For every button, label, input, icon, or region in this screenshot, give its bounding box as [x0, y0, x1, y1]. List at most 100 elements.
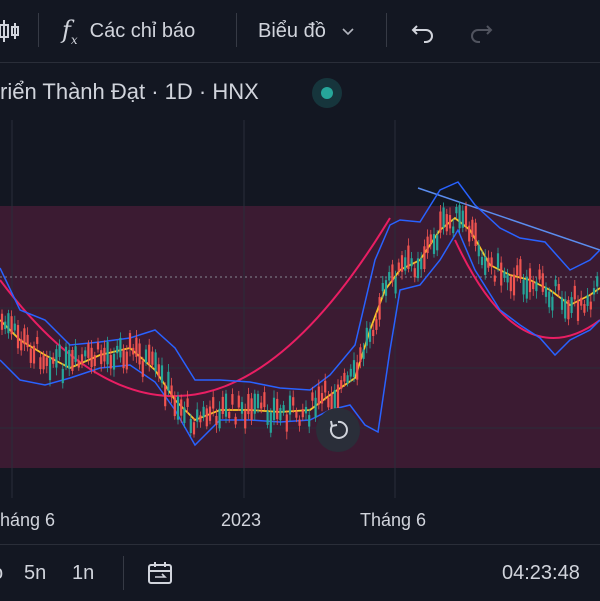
candle-body: [215, 415, 218, 425]
range-button-1n[interactable]: 1n: [72, 545, 94, 601]
candle-body: [42, 355, 45, 370]
function-icon: fx: [62, 15, 78, 47]
candle-body: [68, 349, 71, 369]
candle-body: [189, 418, 192, 434]
candle-body: [144, 349, 148, 363]
candle-body: [407, 245, 410, 270]
candle-body: [538, 269, 541, 280]
candle-body: [192, 422, 196, 435]
candle-body: [541, 273, 544, 292]
candle-body: [525, 276, 528, 299]
candle-body: [71, 350, 74, 371]
candle-body: [64, 346, 68, 368]
candle-body: [292, 397, 295, 406]
candle-body: [116, 345, 119, 354]
candle-body: [7, 313, 10, 334]
candle-body: [506, 274, 509, 283]
candle-body: [564, 299, 567, 319]
candle-body: [362, 349, 365, 359]
candle-body: [400, 255, 404, 272]
candle-body: [324, 380, 327, 393]
candle-body: [285, 414, 288, 432]
toolbar-divider: [236, 13, 237, 47]
candle-body: [272, 397, 276, 421]
candle-body: [397, 262, 400, 271]
candle-body: [477, 245, 480, 257]
reset-chart-button[interactable]: [316, 408, 360, 452]
candle-body: [394, 277, 397, 294]
candle-body: [464, 206, 468, 226]
candle-body: [359, 347, 362, 363]
candle-body: [138, 343, 141, 365]
candle-body: [173, 397, 176, 417]
candle-body: [266, 411, 269, 425]
chart-type-button[interactable]: Biểu đồ: [258, 0, 356, 62]
candle-body: [263, 392, 266, 408]
indicators-label: Các chỉ báo: [89, 19, 196, 42]
range-button-5n[interactable]: 5n: [24, 545, 46, 601]
candle-body: [442, 207, 445, 228]
candle-body: [247, 393, 250, 415]
candle-body: [84, 350, 87, 357]
candle-body: [148, 344, 151, 365]
candle-body: [493, 275, 496, 282]
candle-body: [10, 316, 13, 335]
candle-body: [404, 257, 407, 271]
candle-body: [532, 281, 535, 290]
candle-body: [304, 406, 308, 414]
undo-icon[interactable]: [410, 0, 436, 62]
candle-body: [199, 415, 202, 423]
top-toolbar: fx Các chỉ báo Biểu đồ: [0, 0, 600, 63]
candle-body: [308, 415, 311, 427]
candle-body: [237, 395, 240, 408]
candle-body: [36, 337, 39, 344]
toolbar-divider: [386, 13, 387, 47]
candle-body: [487, 257, 490, 268]
candle-body: [128, 333, 132, 349]
candle-body: [490, 257, 493, 267]
candle-body: [23, 328, 26, 345]
candle-body: [512, 274, 516, 296]
candle-body: [218, 408, 221, 429]
candle-body: [250, 398, 253, 420]
candles-icon[interactable]: [0, 0, 20, 62]
candle-body: [180, 399, 183, 416]
candle-body: [119, 337, 122, 358]
candle-body: [244, 410, 247, 429]
candle-body: [58, 344, 61, 357]
candle-body: [186, 398, 189, 407]
candle-body: [55, 349, 58, 368]
range-partial[interactable]: o: [0, 545, 3, 601]
candle-body: [109, 355, 112, 369]
candle-body: [567, 299, 570, 320]
candle-body: [228, 411, 231, 419]
candle-body: [202, 406, 205, 418]
time-tick: háng 6: [0, 510, 56, 530]
chevron-down-icon: [342, 28, 354, 36]
candle-body: [164, 385, 167, 407]
candle-body: [384, 280, 388, 296]
redo-icon[interactable]: [468, 0, 494, 62]
candle-body: [340, 380, 343, 389]
candle-body: [413, 268, 416, 278]
candle-body: [196, 409, 199, 422]
indicators-button[interactable]: fx Các chỉ báo: [62, 0, 195, 62]
candle-body: [183, 407, 186, 423]
candle-body: [260, 402, 263, 409]
candle-body: [554, 279, 557, 287]
price-chart[interactable]: [0, 120, 600, 498]
candle-body: [282, 405, 285, 413]
candle-body: [16, 325, 20, 349]
candle-body: [39, 357, 42, 370]
candle-body: [372, 329, 375, 337]
candle-body: [80, 354, 84, 365]
candle-body: [234, 416, 237, 425]
candle-body: [432, 234, 436, 254]
candle-body: [90, 347, 93, 368]
candle-body: [52, 357, 55, 364]
candle-body: [135, 337, 138, 357]
candle-body: [20, 339, 23, 351]
candle-body: [208, 406, 212, 421]
date-range-icon[interactable]: [146, 545, 174, 601]
candle-body: [583, 304, 586, 313]
